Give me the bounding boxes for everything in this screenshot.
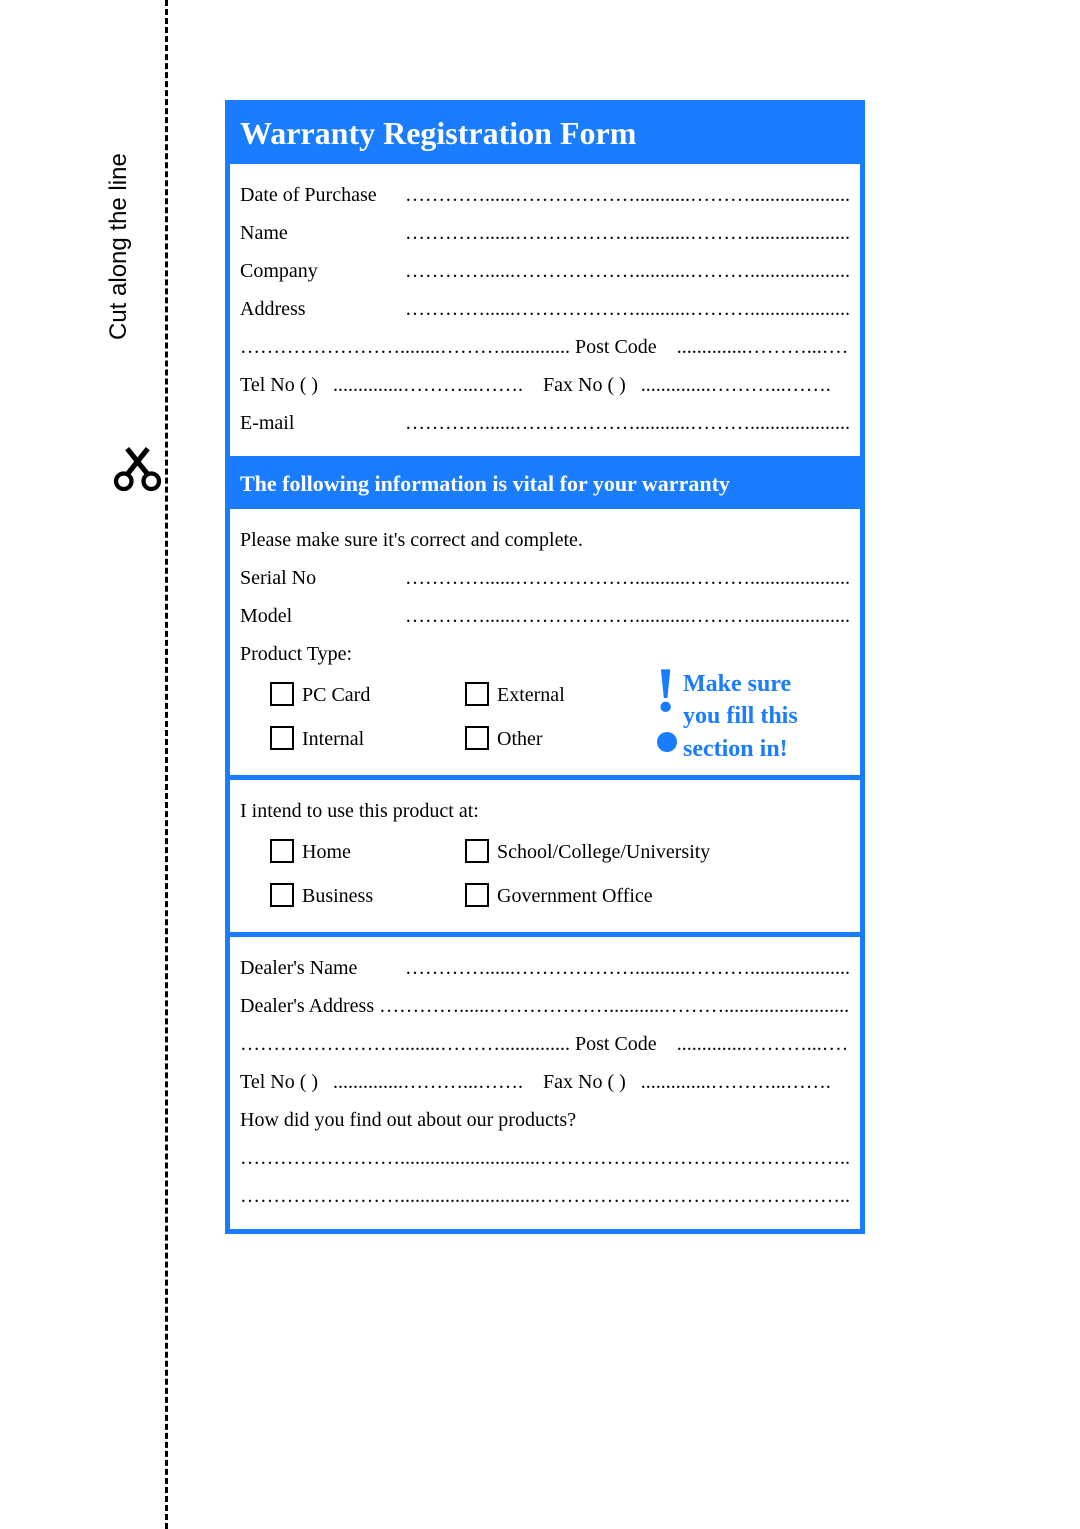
label-dealer-address: Dealer's Address [240,987,374,1025]
field-dealer-address[interactable]: …………......………………...........………..........… [379,995,850,1017]
field-model[interactable]: …………......………………...........………..........… [405,605,850,627]
cut-along-line-label: Cut along the line [105,153,133,340]
field-dealer-address-2[interactable]: ……………………........……….............. [240,1033,570,1055]
label-tel-no: Tel No ( ) [240,366,318,404]
field-company[interactable]: …………......………………...........………..........… [405,260,850,282]
label-intend-use: I intend to use this product at: [240,792,850,830]
opt-school: School/College/University [497,841,710,863]
field-dealer-fax-no[interactable]: ..............………...……. [641,1071,831,1093]
label-dealer-tel-no: Tel No ( ) [240,1063,318,1101]
callout-line-2: you fill this [683,700,848,732]
field-dealer-name[interactable]: …………......………………...........………..........… [405,957,850,979]
form-title: Warranty Registration Form [230,105,860,164]
checkbox-home[interactable] [270,839,294,863]
label-how-find-out: How did you find out about our products? [240,1101,850,1139]
field-name[interactable]: …………......………………...........………..........… [405,222,850,244]
opt-internal: Internal [302,728,364,750]
opt-gov: Government Office [497,885,653,907]
field-address-2[interactable]: ……………………........……….............. [240,336,570,358]
checkbox-pc-card[interactable] [270,682,294,706]
label-dealer-name: Dealer's Name [240,949,400,987]
label-email: E-mail [240,404,400,442]
field-serial-no[interactable]: …………......………………...........………..........… [405,567,850,589]
checkbox-internal[interactable] [270,726,294,750]
purchaser-section: Date of Purchase …………......……………….......… [230,164,860,461]
label-model: Model [240,597,400,635]
field-dealer-tel-no[interactable]: ..............………...……. [333,1071,523,1093]
field-fax-no[interactable]: ..............………...……. [641,374,831,396]
scissors-icon [110,440,165,495]
label-dealer-post-code: Post Code [575,1025,657,1063]
exclamation-dot-icon [657,732,677,752]
callout-line-3: section in! [683,733,848,765]
please-complete-text: Please make sure it's correct and comple… [240,521,850,559]
exclamation-icon: ! [655,664,676,715]
vital-info-header: The following information is vital for y… [230,461,860,509]
label-dealer-fax-no: Fax No ( ) [543,1063,626,1101]
opt-home: Home [302,841,351,863]
label-address: Address [240,290,400,328]
product-section: Please make sure it's correct and comple… [230,509,860,780]
checkbox-other[interactable] [465,726,489,750]
callout-line-1: Make sure [683,668,848,700]
checkbox-business[interactable] [270,883,294,907]
label-fax-no: Fax No ( ) [543,366,626,404]
field-how-2[interactable]: ……………………............................…………… [240,1185,850,1207]
label-date-of-purchase: Date of Purchase [240,176,400,214]
field-post-code[interactable]: ..............………...……. [677,336,850,358]
make-sure-callout: ! Make sure you fill this section in! [683,668,848,765]
field-how-1[interactable]: ……………………............................…………… [240,1147,850,1169]
field-date-of-purchase[interactable]: …………......………………...........………..........… [405,184,850,206]
opt-pc-card: PC Card [302,684,370,706]
field-tel-no[interactable]: ..............………...……. [333,374,523,396]
cut-line [165,0,168,1529]
opt-other: Other [497,728,543,750]
checkbox-gov[interactable] [465,883,489,907]
label-post-code: Post Code [575,328,657,366]
label-company: Company [240,252,400,290]
field-dealer-post-code[interactable]: ..............………...……. [677,1033,850,1055]
checkbox-school[interactable] [465,839,489,863]
dealer-section: Dealer's Name …………......………………..........… [230,937,860,1229]
label-serial-no: Serial No [240,559,400,597]
opt-external: External [497,684,565,706]
field-address[interactable]: …………......………………...........………..........… [405,298,850,320]
warranty-registration-form: Warranty Registration Form Date of Purch… [225,100,865,1234]
label-name: Name [240,214,400,252]
usage-section: I intend to use this product at: Home Sc… [230,780,860,937]
checkbox-external[interactable] [465,682,489,706]
opt-business: Business [302,885,373,907]
field-email[interactable]: …………......………………...........………..........… [405,412,850,434]
label-product-type: Product Type: [240,635,352,673]
